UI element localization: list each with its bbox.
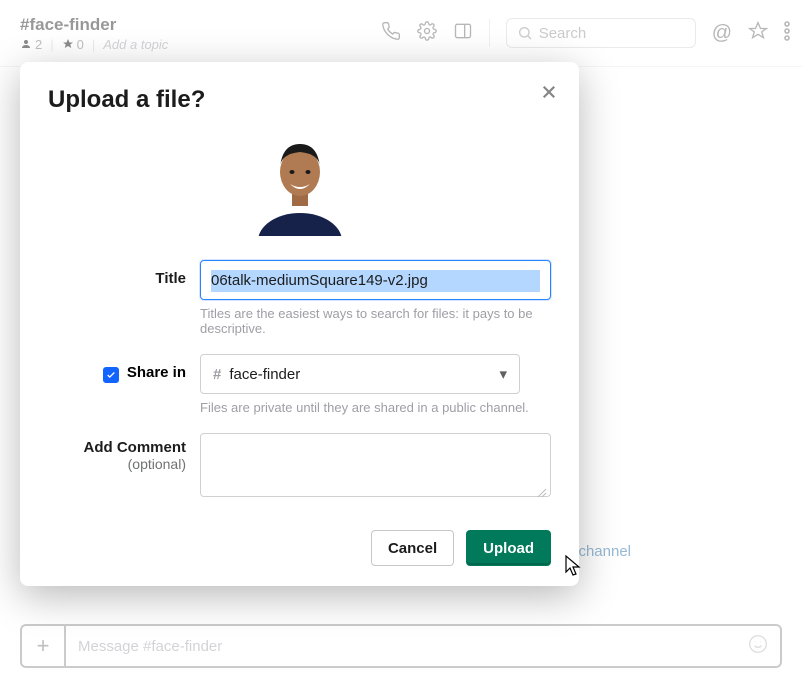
members-icon[interactable]: 2 — [20, 37, 42, 52]
resize-grip-icon[interactable] — [537, 488, 547, 498]
share-channel-select[interactable]: # face-finder ▾ — [200, 354, 520, 394]
more-icon[interactable] — [784, 21, 790, 46]
comment-sublabel: (optional) — [48, 456, 186, 472]
cancel-button[interactable]: Cancel — [371, 530, 454, 566]
star-icon[interactable] — [748, 21, 768, 46]
share-label: Share in — [127, 364, 186, 381]
title-helper: Titles are the easiest ways to search fo… — [200, 306, 551, 336]
mentions-icon[interactable]: @ — [712, 22, 732, 45]
dialog-title: Upload a file? — [48, 86, 551, 114]
comment-label: Add Comment — [84, 439, 187, 456]
chevron-down-icon: ▾ — [499, 365, 507, 383]
channel-name[interactable]: #face-finder — [20, 15, 168, 35]
upload-button[interactable]: Upload — [466, 530, 551, 566]
share-helper: Files are private until they are shared … — [200, 400, 551, 415]
close-button[interactable] — [537, 80, 561, 104]
settings-icon[interactable] — [417, 21, 437, 46]
hash-icon: # — [213, 366, 221, 383]
file-thumbnail — [250, 136, 350, 236]
share-checkbox[interactable] — [103, 367, 119, 383]
details-pane-icon[interactable] — [453, 21, 473, 46]
upload-file-dialog: Upload a file? Title Titles are the easi… — [20, 62, 579, 586]
call-icon[interactable] — [381, 21, 401, 46]
channel-header: #face-finder 2 | 0 | Add a topic — [0, 0, 802, 67]
message-input[interactable]: Message #face-finder — [64, 624, 782, 668]
title-label: Title — [48, 260, 200, 287]
title-input[interactable] — [200, 260, 551, 300]
search-input[interactable]: Search — [506, 18, 696, 48]
emoji-icon[interactable] — [748, 634, 768, 658]
add-topic-link[interactable]: Add a topic — [103, 37, 168, 52]
channel-meta: 2 | 0 | Add a topic — [20, 37, 168, 52]
comment-input[interactable] — [200, 433, 551, 497]
pins-icon[interactable]: 0 — [62, 37, 84, 52]
attach-button[interactable]: + — [20, 624, 64, 668]
